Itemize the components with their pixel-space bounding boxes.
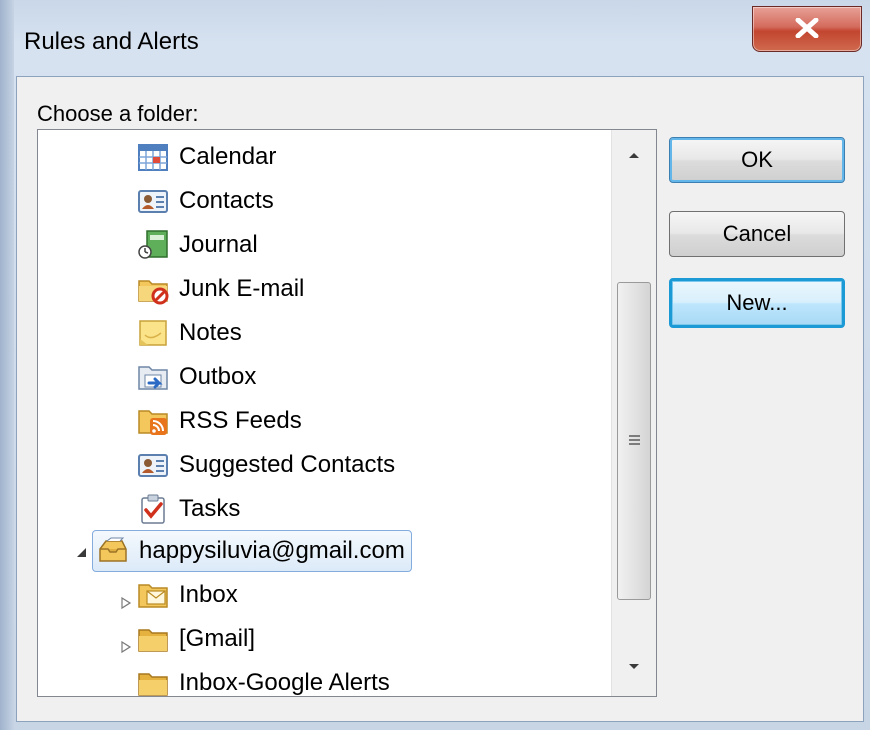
- folder-label: Inbox-Google Alerts: [179, 669, 390, 696]
- folder-tree[interactable]: Calendar Contacts Journal Junk E-mail No…: [37, 129, 657, 697]
- folder-label: Notes: [179, 319, 242, 346]
- folder-item-inbox[interactable]: Inbox: [137, 575, 238, 615]
- contacts-icon: [138, 190, 168, 213]
- inbox-folder-icon: [138, 584, 168, 608]
- folder-label: Outbox: [179, 363, 257, 390]
- folder-item-tasks[interactable]: Tasks: [137, 489, 240, 529]
- new-folder-button[interactable]: New...: [669, 278, 845, 328]
- folder-item-junk-email[interactable]: Junk E-mail: [137, 269, 304, 309]
- folder-label: Contacts: [179, 187, 274, 214]
- folder-item-rss-feeds[interactable]: RSS Feeds: [137, 401, 302, 441]
- dialog-window: Rules and Alerts Choose a folder: Calend…: [0, 0, 870, 730]
- cancel-button[interactable]: Cancel: [669, 211, 845, 257]
- scroll-down-arrow-icon[interactable]: [626, 662, 642, 672]
- collapse-triangle-icon[interactable]: [74, 545, 88, 559]
- folder-icon: [138, 629, 168, 652]
- folder-item-suggested-contacts[interactable]: Suggested Contacts: [137, 445, 395, 485]
- folder-label: Journal: [179, 231, 258, 258]
- folder-icon: [138, 673, 168, 696]
- scrollbar-thumb[interactable]: [617, 282, 651, 600]
- rss-feeds-folder-icon: [138, 410, 168, 435]
- folder-label: Inbox: [179, 581, 238, 608]
- mailbox-icon: [99, 537, 127, 562]
- choose-folder-label: Choose a folder:: [37, 101, 199, 126]
- folder-label: Suggested Contacts: [179, 451, 396, 478]
- folder-label: Junk E-mail: [179, 275, 305, 302]
- outbox-folder-icon: [138, 366, 168, 390]
- folder-item-calendar[interactable]: Calendar: [137, 137, 276, 177]
- close-icon: [795, 18, 819, 38]
- close-button[interactable]: [752, 6, 862, 52]
- account-label: happysiluvia@gmail.com: [139, 537, 405, 564]
- vertical-scrollbar[interactable]: [611, 130, 656, 696]
- folder-item-inbox-google-alerts[interactable]: Inbox-Google Alerts: [137, 663, 390, 696]
- folder-label: Calendar: [179, 143, 277, 170]
- window-title: Rules and Alerts: [24, 28, 199, 55]
- folder-item-gmail[interactable]: [Gmail]: [137, 619, 255, 659]
- dialog-body: Choose a folder: Calendar Contacts Journ…: [16, 76, 864, 722]
- calendar-icon: [138, 144, 168, 171]
- junk-email-folder-icon: [138, 280, 169, 305]
- tasks-icon: [141, 494, 165, 524]
- folder-label: [Gmail]: [179, 625, 256, 652]
- contacts-icon: [138, 454, 168, 477]
- ok-button[interactable]: OK: [669, 137, 845, 183]
- scrollbar-grip-icon: [629, 435, 640, 445]
- folder-item-notes[interactable]: Notes: [137, 313, 242, 353]
- scroll-up-arrow-icon[interactable]: [626, 150, 642, 160]
- account-item-gmail[interactable]: happysiluvia@gmail.com: [92, 530, 412, 572]
- folder-label: Tasks: [179, 495, 241, 522]
- folder-item-outbox[interactable]: Outbox: [137, 357, 256, 397]
- folder-item-journal[interactable]: Journal: [137, 225, 258, 265]
- folder-label: RSS Feeds: [179, 407, 302, 434]
- expand-triangle-icon[interactable]: [119, 596, 133, 610]
- expand-triangle-icon[interactable]: [119, 640, 133, 654]
- journal-icon: [138, 230, 168, 259]
- notes-icon: [139, 320, 167, 346]
- folder-item-contacts[interactable]: Contacts: [137, 181, 274, 221]
